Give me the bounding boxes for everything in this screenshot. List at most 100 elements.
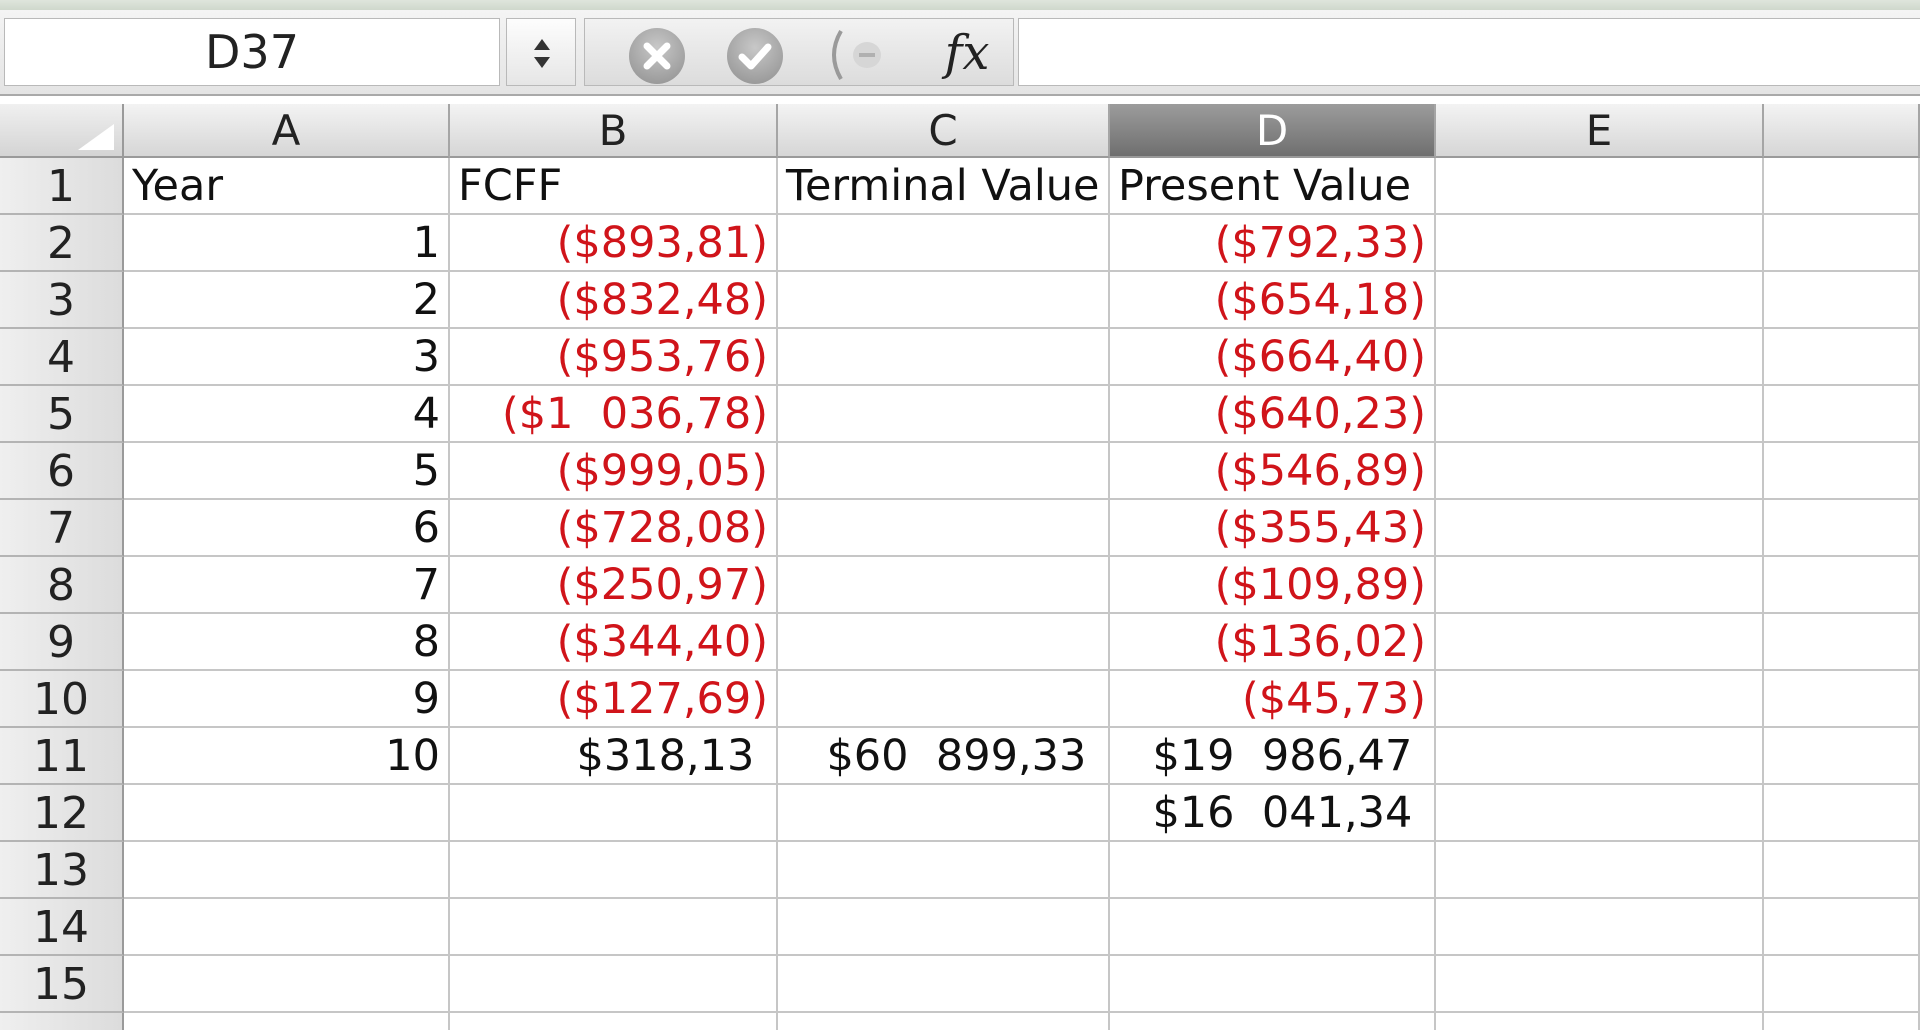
function-args-button[interactable] xyxy=(825,25,897,85)
cell-b15[interactable] xyxy=(450,956,778,1013)
insert-function-button[interactable]: fx xyxy=(927,23,1007,83)
cell-c6[interactable] xyxy=(778,443,1110,500)
column-header-e[interactable]: E xyxy=(1436,104,1764,158)
cell-a11[interactable]: 10 xyxy=(124,728,450,785)
cell-e11[interactable] xyxy=(1436,728,1764,785)
cell-f11[interactable] xyxy=(1764,728,1920,785)
cell-b10[interactable]: ($127,69) xyxy=(450,671,778,728)
cell-d5[interactable]: ($640,23) xyxy=(1110,386,1436,443)
confirm-button[interactable] xyxy=(727,28,783,84)
row-header-9[interactable]: 9 xyxy=(0,614,124,671)
row-header-4[interactable]: 4 xyxy=(0,329,124,386)
cell-a15[interactable] xyxy=(124,956,450,1013)
cell-a2[interactable]: 1 xyxy=(124,215,450,272)
name-box[interactable]: D37 xyxy=(4,18,500,86)
cell-a12[interactable] xyxy=(124,785,450,842)
cell-e3[interactable] xyxy=(1436,272,1764,329)
column-header-d[interactable]: D xyxy=(1110,104,1436,158)
cell-a4[interactable]: 3 xyxy=(124,329,450,386)
cell-empty[interactable] xyxy=(1764,1013,1920,1030)
cell-f12[interactable] xyxy=(1764,785,1920,842)
cell-b11[interactable]: $318,13 xyxy=(450,728,778,785)
cell-empty[interactable] xyxy=(778,1013,1110,1030)
cell-f4[interactable] xyxy=(1764,329,1920,386)
cell-d15[interactable] xyxy=(1110,956,1436,1013)
cell-d2[interactable]: ($792,33) xyxy=(1110,215,1436,272)
cell-b9[interactable]: ($344,40) xyxy=(450,614,778,671)
row-header-8[interactable]: 8 xyxy=(0,557,124,614)
cell-e2[interactable] xyxy=(1436,215,1764,272)
row-header-next[interactable] xyxy=(0,1013,124,1030)
cell-c10[interactable] xyxy=(778,671,1110,728)
cell-b1[interactable]: FCFF xyxy=(450,158,778,215)
column-header-next[interactable] xyxy=(1764,104,1920,158)
row-header-2[interactable]: 2 xyxy=(0,215,124,272)
row-header-14[interactable]: 14 xyxy=(0,899,124,956)
cell-f6[interactable] xyxy=(1764,443,1920,500)
cell-f5[interactable] xyxy=(1764,386,1920,443)
cell-d11[interactable]: $19 986,47 xyxy=(1110,728,1436,785)
row-header-11[interactable]: 11 xyxy=(0,728,124,785)
cell-f14[interactable] xyxy=(1764,899,1920,956)
cell-c9[interactable] xyxy=(778,614,1110,671)
cell-a9[interactable]: 8 xyxy=(124,614,450,671)
cell-c13[interactable] xyxy=(778,842,1110,899)
cell-a13[interactable] xyxy=(124,842,450,899)
cell-e8[interactable] xyxy=(1436,557,1764,614)
cell-a3[interactable]: 2 xyxy=(124,272,450,329)
cell-a5[interactable]: 4 xyxy=(124,386,450,443)
cell-d3[interactable]: ($654,18) xyxy=(1110,272,1436,329)
cell-d6[interactable]: ($546,89) xyxy=(1110,443,1436,500)
cell-b2[interactable]: ($893,81) xyxy=(450,215,778,272)
cell-b8[interactable]: ($250,97) xyxy=(450,557,778,614)
cell-d7[interactable]: ($355,43) xyxy=(1110,500,1436,557)
cell-empty[interactable] xyxy=(124,1013,450,1030)
cell-empty[interactable] xyxy=(1436,1013,1764,1030)
cell-c14[interactable] xyxy=(778,899,1110,956)
row-header-15[interactable]: 15 xyxy=(0,956,124,1013)
cell-d10[interactable]: ($45,73) xyxy=(1110,671,1436,728)
cell-e14[interactable] xyxy=(1436,899,1764,956)
cell-c12[interactable] xyxy=(778,785,1110,842)
cell-c4[interactable] xyxy=(778,329,1110,386)
cell-f3[interactable] xyxy=(1764,272,1920,329)
cell-a7[interactable]: 6 xyxy=(124,500,450,557)
cell-e6[interactable] xyxy=(1436,443,1764,500)
cell-b14[interactable] xyxy=(450,899,778,956)
cell-e4[interactable] xyxy=(1436,329,1764,386)
cell-d14[interactable] xyxy=(1110,899,1436,956)
cell-empty[interactable] xyxy=(450,1013,778,1030)
cell-d9[interactable]: ($136,02) xyxy=(1110,614,1436,671)
cell-a1[interactable]: Year xyxy=(124,158,450,215)
cell-f9[interactable] xyxy=(1764,614,1920,671)
cell-f7[interactable] xyxy=(1764,500,1920,557)
cell-a8[interactable]: 7 xyxy=(124,557,450,614)
cell-f10[interactable] xyxy=(1764,671,1920,728)
cell-e5[interactable] xyxy=(1436,386,1764,443)
formula-input[interactable] xyxy=(1018,18,1920,86)
cell-f8[interactable] xyxy=(1764,557,1920,614)
column-header-a[interactable]: A xyxy=(124,104,450,158)
cell-b13[interactable] xyxy=(450,842,778,899)
cell-d8[interactable]: ($109,89) xyxy=(1110,557,1436,614)
cell-c3[interactable] xyxy=(778,272,1110,329)
column-header-c[interactable]: C xyxy=(778,104,1110,158)
cell-e10[interactable] xyxy=(1436,671,1764,728)
cell-b7[interactable]: ($728,08) xyxy=(450,500,778,557)
cell-d4[interactable]: ($664,40) xyxy=(1110,329,1436,386)
cell-f15[interactable] xyxy=(1764,956,1920,1013)
row-header-3[interactable]: 3 xyxy=(0,272,124,329)
row-header-1[interactable]: 1 xyxy=(0,158,124,215)
cell-c15[interactable] xyxy=(778,956,1110,1013)
row-header-10[interactable]: 10 xyxy=(0,671,124,728)
cell-e9[interactable] xyxy=(1436,614,1764,671)
cell-a10[interactable]: 9 xyxy=(124,671,450,728)
row-header-6[interactable]: 6 xyxy=(0,443,124,500)
cell-empty[interactable] xyxy=(1110,1013,1436,1030)
cell-b6[interactable]: ($999,05) xyxy=(450,443,778,500)
cell-e7[interactable] xyxy=(1436,500,1764,557)
cell-e12[interactable] xyxy=(1436,785,1764,842)
cell-c5[interactable] xyxy=(778,386,1110,443)
cell-e15[interactable] xyxy=(1436,956,1764,1013)
cell-a6[interactable]: 5 xyxy=(124,443,450,500)
